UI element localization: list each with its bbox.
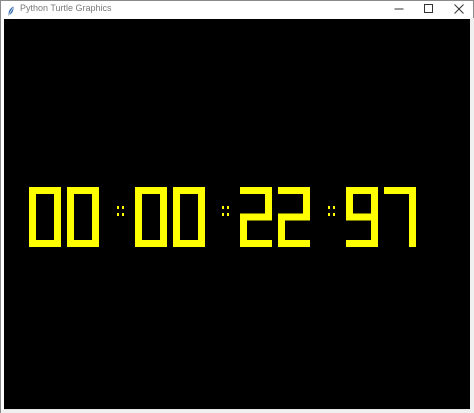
close-icon [454, 4, 464, 14]
colon-dot [328, 206, 330, 209]
digit-segment [303, 187, 310, 217]
digital-clock [29, 187, 416, 247]
digit-segment [160, 187, 167, 217]
digit-segment [198, 187, 205, 217]
digit-segment [29, 187, 36, 217]
minimize-icon [394, 8, 404, 10]
window-title: Python Turtle Graphics [20, 3, 112, 13]
digit-segment [346, 213, 378, 221]
clock-digit [346, 187, 378, 247]
title-bar[interactable]: Python Turtle Graphics [1, 1, 473, 18]
digit-segment [409, 217, 416, 247]
vertical-scrollbar-track[interactable] [470, 18, 474, 413]
digit-segment [173, 217, 180, 247]
colon-dot [122, 213, 124, 216]
digit-segment [54, 187, 61, 217]
clock-digit [29, 187, 61, 247]
digit-segment [92, 187, 99, 217]
digit-segment [278, 240, 310, 247]
digit-segment [67, 187, 74, 217]
close-button[interactable] [444, 1, 474, 18]
colon-dot [328, 213, 330, 216]
digit-segment [371, 187, 378, 217]
minimize-button[interactable] [384, 1, 414, 18]
digit-segment [346, 240, 378, 247]
digit-segment [240, 240, 272, 247]
digit-segment [346, 187, 353, 217]
colon-separator [222, 206, 229, 216]
clock-digit [240, 187, 272, 247]
digit-segment [135, 187, 142, 217]
colon-dot [333, 206, 335, 209]
colon-dot [227, 213, 229, 216]
clock-digit [67, 187, 99, 247]
clock-digit [135, 187, 167, 247]
digit-segment [67, 217, 74, 247]
digit-segment [265, 187, 272, 217]
turtle-canvas[interactable] [4, 19, 472, 411]
maximize-icon [424, 4, 433, 13]
digit-segment [173, 187, 180, 217]
colon-dot [117, 206, 119, 209]
colon-dot [117, 213, 119, 216]
colon-separator [117, 206, 124, 216]
clock-digit [384, 187, 416, 247]
digit-segment [29, 217, 36, 247]
colon-dot [333, 213, 335, 216]
feather-icon [7, 4, 15, 17]
digit-segment [409, 187, 416, 217]
colon-separator [328, 206, 335, 216]
clock-digit [173, 187, 205, 247]
colon-dot [122, 206, 124, 209]
digit-segment [135, 217, 142, 247]
turtle-window: Python Turtle Graphics [0, 0, 474, 413]
colon-dot [222, 206, 224, 209]
colon-dot [222, 213, 224, 216]
colon-dot [227, 206, 229, 209]
clock-digit [278, 187, 310, 247]
maximize-button[interactable] [414, 1, 444, 18]
